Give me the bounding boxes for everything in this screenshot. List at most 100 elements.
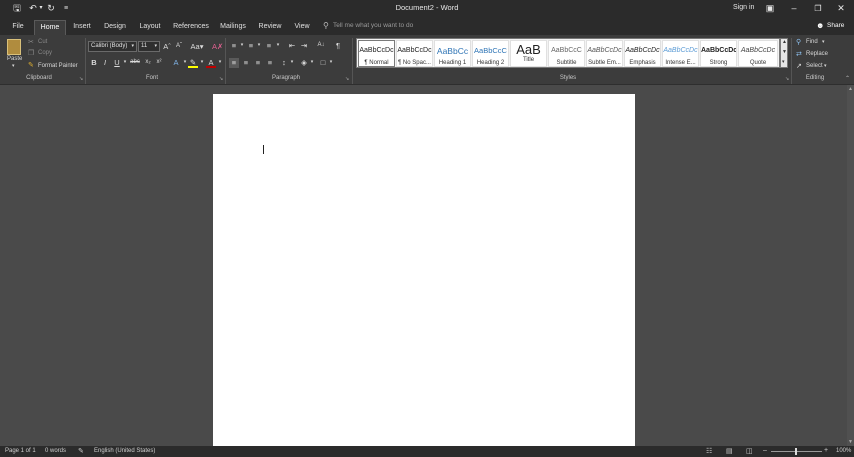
tab-view[interactable]: View	[291, 20, 313, 35]
style-strong[interactable]: AaBbCcDc Strong	[700, 40, 737, 67]
subscript-icon[interactable]: x₂	[143, 58, 153, 68]
strikethrough-icon[interactable]: abc	[130, 58, 140, 68]
sort-icon[interactable]: A↓	[316, 41, 326, 51]
restore-icon[interactable]: ❐	[812, 3, 824, 14]
vertical-scrollbar[interactable]: ▲ ▼	[847, 85, 854, 446]
format-painter-button[interactable]: Format Painter	[38, 63, 78, 69]
align-left-icon[interactable]: ≡	[229, 58, 239, 68]
shrink-font-icon[interactable]: Aˇ	[174, 42, 184, 52]
grow-font-icon[interactable]: Aˆ	[162, 42, 172, 52]
zoom-out-icon[interactable]: –	[763, 447, 767, 454]
web-layout-icon[interactable]: ◫	[746, 447, 753, 455]
scroll-down-icon[interactable]: ▼	[848, 439, 853, 445]
lightbulb-icon: ⚲	[323, 21, 329, 30]
align-right-icon[interactable]: ≡	[253, 58, 263, 68]
find-dropdown-icon[interactable]: ▾	[822, 39, 825, 45]
zoom-level[interactable]: 100%	[836, 448, 851, 454]
increase-indent-icon[interactable]: ⇥	[299, 41, 309, 51]
read-mode-icon[interactable]: ☷	[706, 447, 712, 455]
line-spacing-dropdown-icon[interactable]: ▾	[287, 58, 297, 68]
superscript-icon[interactable]: x²	[154, 58, 164, 68]
clear-formatting-icon[interactable]: A✗	[212, 42, 223, 52]
share-button[interactable]: Share	[827, 22, 844, 29]
shading-dropdown-icon[interactable]: ▾	[307, 58, 317, 68]
numbering-dropdown-icon[interactable]: ▾	[254, 41, 264, 51]
decrease-indent-icon[interactable]: ⇤	[287, 41, 297, 51]
font-launcher-icon[interactable]: ↘	[219, 76, 223, 82]
scroll-up-icon[interactable]: ▲	[782, 39, 787, 45]
align-center-icon[interactable]: ≡	[241, 58, 251, 68]
multilevel-dropdown-icon[interactable]: ▾	[273, 41, 283, 51]
replace-button[interactable]: Replace	[806, 51, 828, 57]
tab-layout[interactable]: Layout	[136, 20, 164, 35]
paste-dropdown-icon[interactable]: ▾	[12, 63, 15, 69]
tell-me-input[interactable]: Tell me what you want to do	[333, 22, 413, 29]
tab-mailings[interactable]: Mailings	[217, 20, 249, 35]
style-name: Heading 2	[476, 60, 505, 66]
tab-file[interactable]: File	[8, 20, 28, 35]
tab-insert[interactable]: Insert	[70, 20, 94, 35]
group-divider	[85, 38, 86, 84]
style-no-spacing[interactable]: AaBbCcDc ¶ No Spac...	[396, 40, 433, 67]
style-name: Intense E...	[665, 60, 696, 66]
person-icon: ☻	[816, 21, 825, 30]
ribbon-display-options-icon[interactable]: ▣	[764, 3, 776, 14]
style-heading-2[interactable]: AaBbCcC Heading 2	[472, 40, 509, 67]
style-title[interactable]: AaB Title	[510, 40, 547, 67]
font-family-select[interactable]: Calibri (Body) ▾	[88, 41, 137, 52]
copy-icon: ❐	[28, 50, 35, 57]
styles-scroll: ▲ ▼ ▾	[780, 38, 788, 68]
page-count[interactable]: Page 1 of 1	[5, 448, 36, 454]
paragraph-group-label: Paragraph	[271, 75, 301, 81]
paste-button[interactable]: Paste	[7, 56, 22, 62]
find-icon: ⚲	[796, 39, 802, 46]
scroll-up-icon[interactable]: ▲	[848, 86, 853, 92]
style-heading-1[interactable]: AaBbCc Heading 1	[434, 40, 471, 67]
clipboard-group-label: Clipboard	[26, 75, 52, 81]
print-layout-icon[interactable]: ▤	[726, 447, 733, 455]
bold-icon[interactable]: B	[89, 58, 99, 68]
styles-launcher-icon[interactable]: ↘	[785, 76, 789, 82]
tab-home[interactable]: Home	[34, 20, 66, 35]
zoom-in-icon[interactable]: +	[824, 447, 828, 454]
style-subtle-emphasis[interactable]: AaBbCcDc Subtle Em...	[586, 40, 623, 67]
select-button[interactable]: Select	[806, 63, 823, 69]
styles-more-icon[interactable]: ▾	[782, 59, 785, 65]
font-size-select[interactable]: 11 ▾	[138, 41, 160, 52]
paintbrush-icon: ✎	[28, 62, 34, 69]
copy-button[interactable]: Copy	[38, 50, 52, 56]
document-page[interactable]	[213, 94, 635, 446]
tab-references[interactable]: References	[171, 20, 211, 35]
language-status[interactable]: English (United States)	[94, 448, 155, 454]
style-normal[interactable]: AaBbCcDc ¶ Normal	[358, 40, 395, 67]
underline-dropdown-icon[interactable]: ▾	[120, 58, 130, 68]
style-emphasis[interactable]: AaBbCcDc Emphasis	[624, 40, 661, 67]
proofing-icon[interactable]: ✎	[78, 447, 84, 455]
italic-icon[interactable]: I	[100, 58, 110, 68]
justify-icon[interactable]: ≡	[265, 58, 275, 68]
style-preview: AaBbCc	[436, 46, 469, 56]
clipboard-launcher-icon[interactable]: ↘	[79, 76, 83, 82]
paragraph-launcher-icon[interactable]: ↘	[345, 76, 349, 82]
change-case-icon[interactable]: Aa▾	[189, 42, 205, 52]
paste-icon[interactable]	[7, 39, 21, 55]
font-color-dropdown-icon[interactable]: ▾	[215, 58, 225, 68]
tab-design[interactable]: Design	[101, 20, 129, 35]
select-dropdown-icon[interactable]: ▾	[824, 63, 827, 69]
zoom-slider-handle[interactable]	[795, 448, 797, 455]
minimize-icon[interactable]: –	[788, 3, 800, 14]
word-count[interactable]: 0 words	[45, 448, 66, 454]
close-icon[interactable]: ✕	[835, 3, 847, 14]
show-formatting-icon[interactable]: ¶	[333, 41, 343, 51]
style-intense-emphasis[interactable]: AaBbCcDc Intense E...	[662, 40, 699, 67]
scroll-down-icon[interactable]: ▼	[782, 49, 787, 55]
style-subtitle[interactable]: AaBbCcC Subtitle	[548, 40, 585, 67]
find-button[interactable]: Find	[806, 39, 818, 45]
window-title: Document2 - Word	[395, 3, 459, 12]
tab-review[interactable]: Review	[256, 20, 284, 35]
cut-button[interactable]: Cut	[38, 39, 47, 45]
sign-in-link[interactable]: Sign in	[733, 4, 754, 11]
borders-dropdown-icon[interactable]: ▾	[326, 58, 336, 68]
style-quote[interactable]: AaBbCcDc Quote	[738, 40, 778, 67]
collapse-ribbon-icon[interactable]: ⌃	[845, 75, 850, 82]
